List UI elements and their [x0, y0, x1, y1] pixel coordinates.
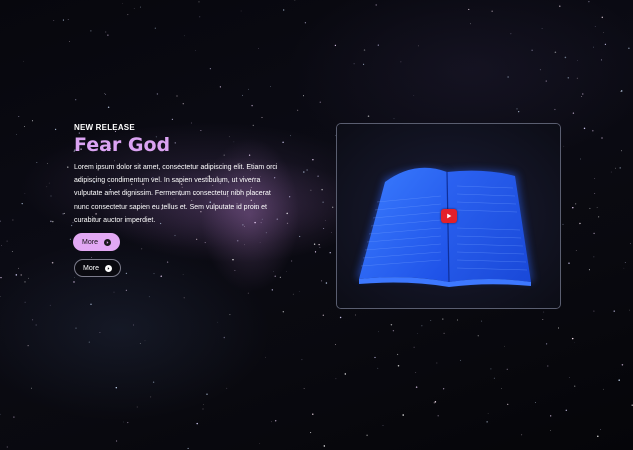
hero-text-block: NEW RELEASE Fear God Lorem ipsum dolor s… — [74, 123, 279, 227]
hero-section: NEW RELEASE Fear God Lorem ipsum dolor s… — [0, 0, 633, 450]
more-button-secondary-label: More — [83, 264, 99, 272]
more-button-primary-label: More — [82, 238, 98, 246]
arrow-right-circle-icon — [104, 264, 112, 272]
youtube-play-icon — [447, 213, 452, 219]
more-button-secondary[interactable]: More — [74, 259, 121, 277]
play-button[interactable] — [441, 209, 457, 223]
release-eyebrow: NEW RELEASE — [74, 123, 135, 132]
hero-description: Lorem ipsum dolor sit amet, consectetur … — [74, 164, 278, 224]
more-button-primary[interactable]: More — [73, 233, 120, 251]
video-thumbnail-card[interactable] — [336, 123, 561, 309]
arrow-right-circle-icon — [103, 238, 111, 246]
hero-title: Fear God — [74, 134, 171, 156]
